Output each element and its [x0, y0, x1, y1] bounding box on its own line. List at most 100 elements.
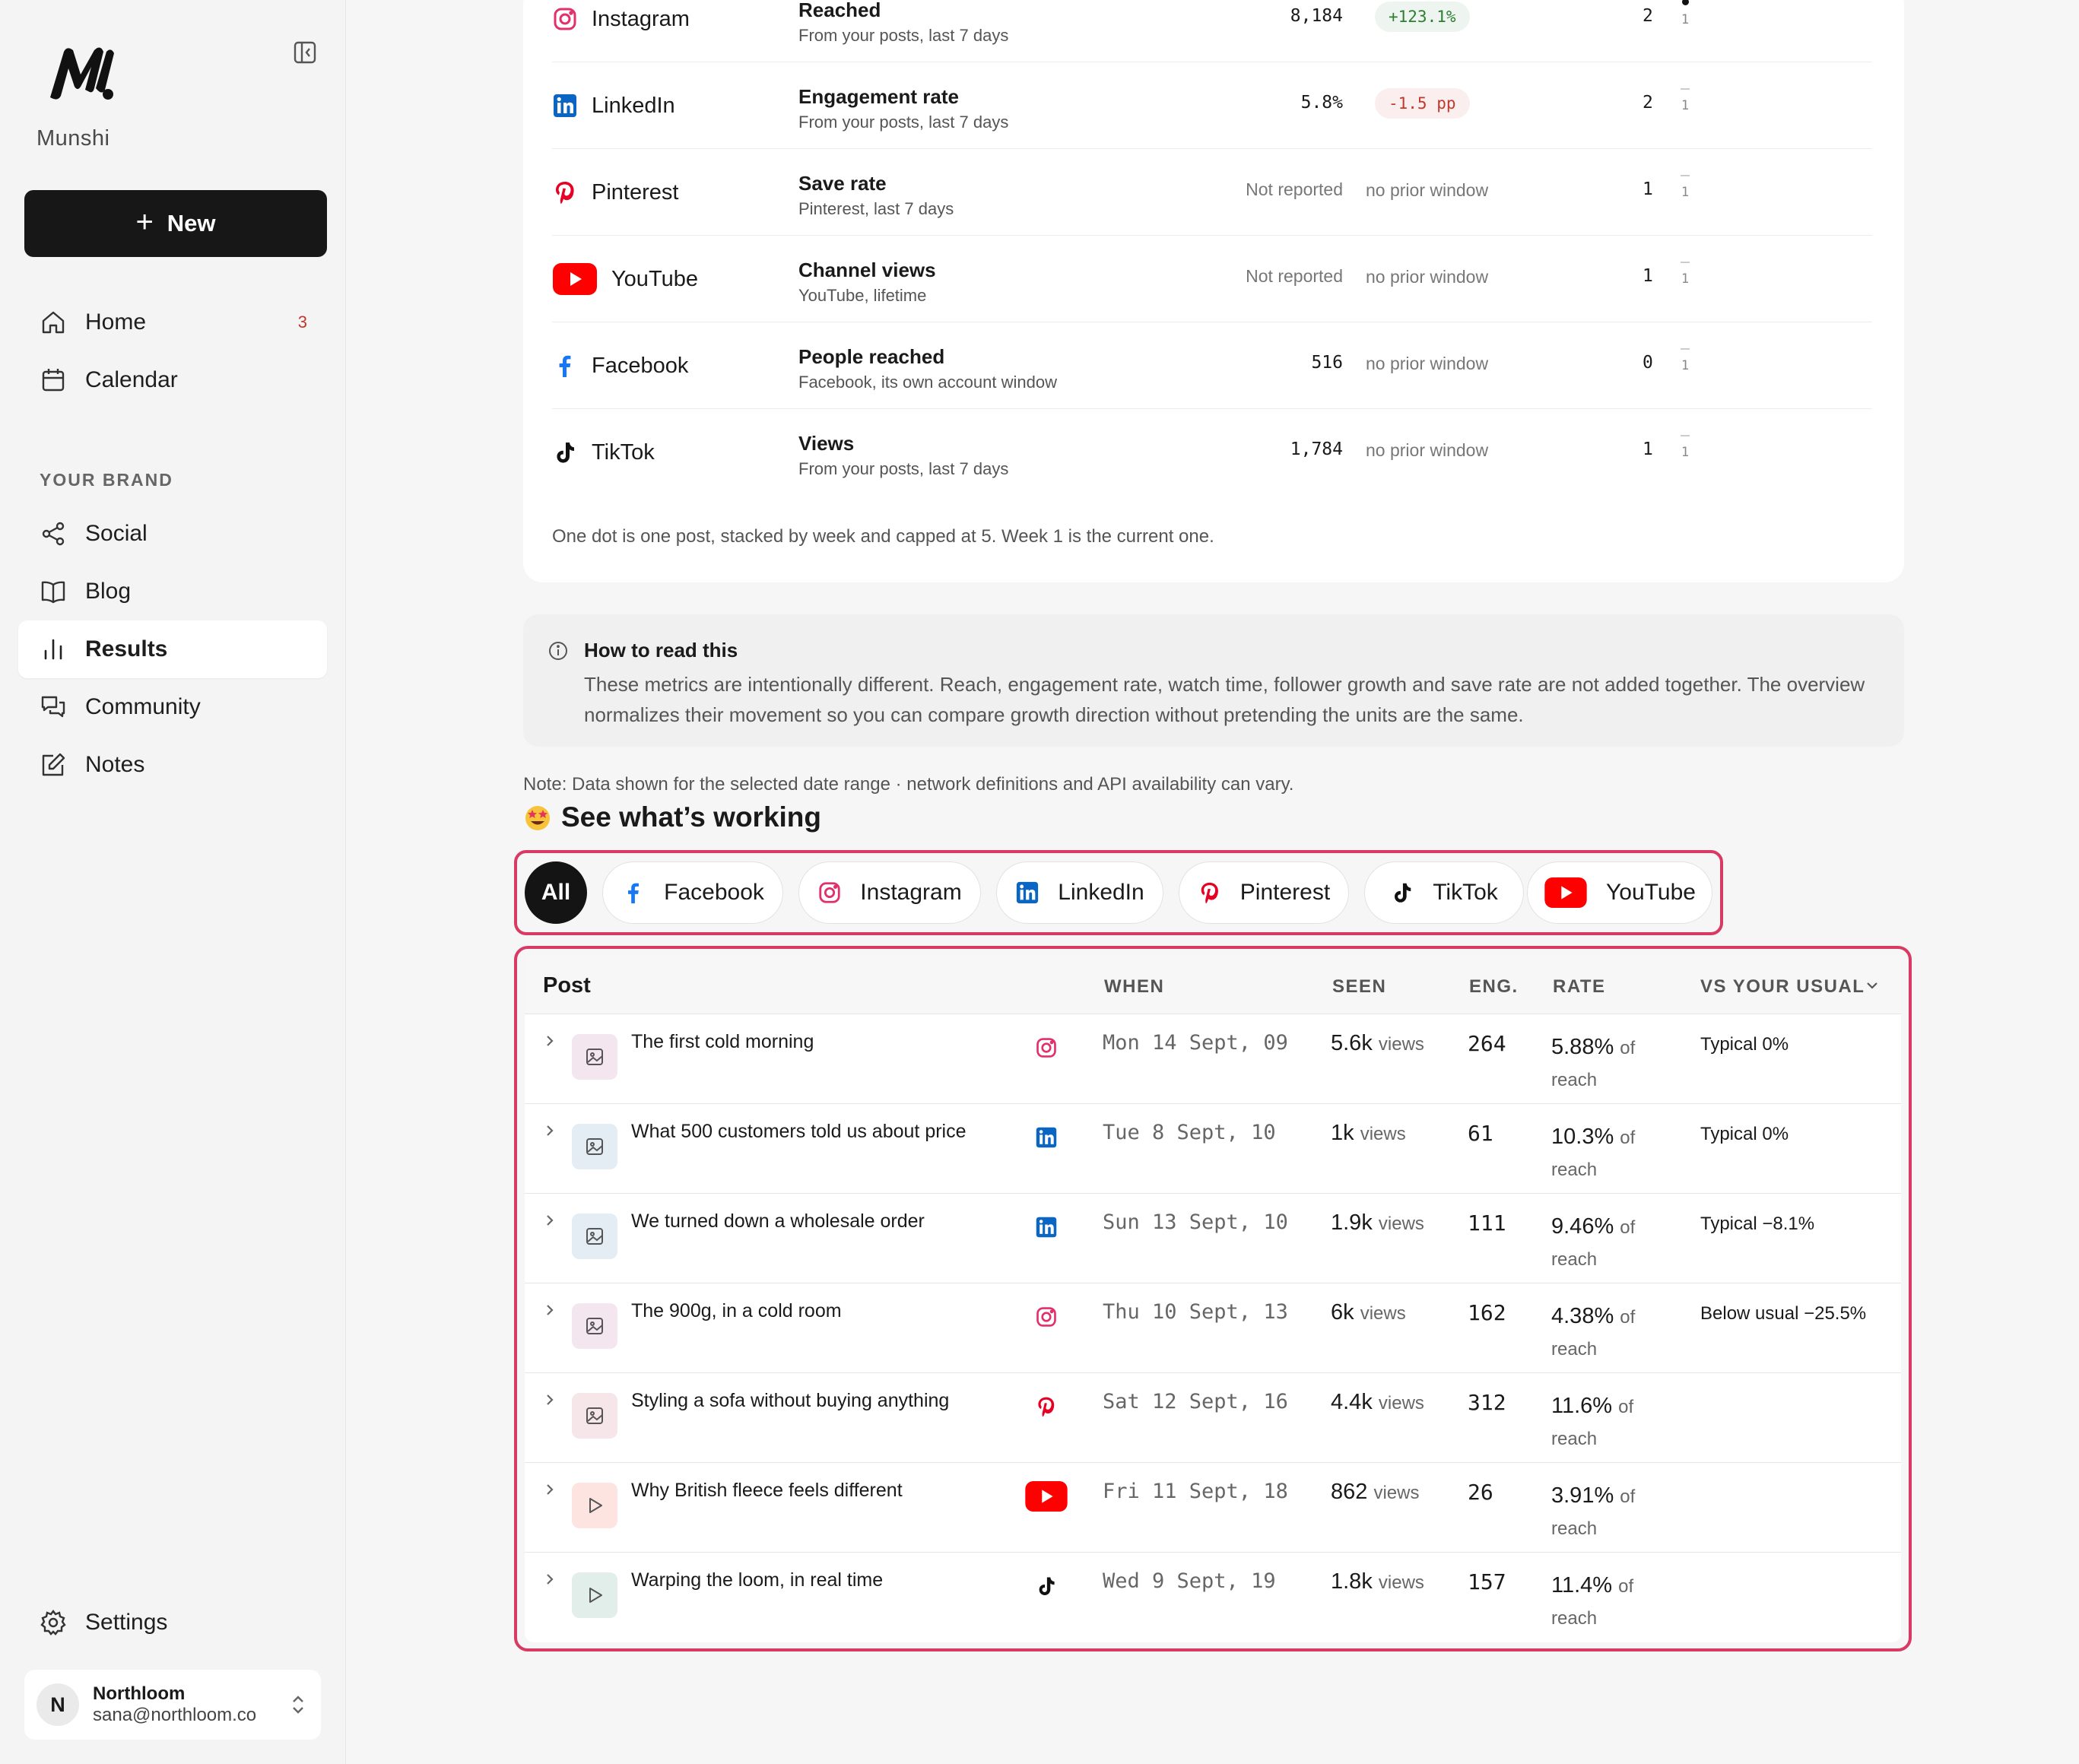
- facebook-icon: [559, 355, 571, 377]
- post-vs-usual: Typical 0%: [1700, 1034, 1789, 1055]
- munshi-logo[interactable]: [47, 44, 116, 102]
- post-title[interactable]: Why British fleece feels different: [631, 1480, 903, 1502]
- chevron-right-icon[interactable]: [544, 1303, 555, 1317]
- sidebar-item-home[interactable]: Home 3: [18, 293, 327, 351]
- instagram-icon: [554, 8, 576, 30]
- table-header: Post WHEN SEEN ENG. RATE VS YOUR USUAL: [525, 955, 1901, 1014]
- instagram-icon: [1036, 1038, 1056, 1058]
- post-thumbnail[interactable]: [572, 1124, 617, 1169]
- platform-cell: Pinterest: [552, 149, 678, 236]
- notification-badge: 3: [297, 313, 307, 332]
- sidebar-item-community[interactable]: Community: [18, 678, 327, 736]
- filter-chip-linkedin[interactable]: LinkedIn: [996, 861, 1163, 924]
- rate-reach: reach: [1551, 1160, 1598, 1180]
- filter-chip-tiktok[interactable]: TikTok: [1364, 861, 1524, 924]
- post-engagement: 26: [1468, 1480, 1493, 1505]
- table-row[interactable]: Why British fleece feels different Fri 11…: [525, 1463, 1901, 1553]
- rate-value: 11.6%: [1551, 1394, 1613, 1418]
- platform-name: YouTube: [611, 266, 698, 291]
- sidebar-collapse-icon[interactable]: [292, 40, 318, 65]
- sidebar-item-label: Settings: [85, 1610, 168, 1635]
- column-header-vs-usual[interactable]: VS YOUR USUAL: [1700, 976, 1865, 998]
- week-dots: 1: [1677, 85, 1693, 113]
- post-thumbnail[interactable]: [572, 1572, 617, 1618]
- filter-chip-facebook[interactable]: Facebook: [602, 861, 783, 924]
- column-header-seen[interactable]: SEEN: [1332, 976, 1386, 998]
- chevron-right-icon[interactable]: [544, 1214, 555, 1227]
- seen-value: 1.8k: [1331, 1569, 1373, 1594]
- table-row[interactable]: What 500 customers told us about price Tu…: [525, 1104, 1901, 1194]
- play-icon: [589, 1498, 602, 1513]
- sidebar-item-settings[interactable]: Settings: [18, 1594, 327, 1651]
- rate-value: 11.4%: [1551, 1573, 1613, 1597]
- empty-dash: [1681, 435, 1690, 436]
- post-title[interactable]: Warping the loom, in real time: [631, 1569, 883, 1591]
- new-button[interactable]: + New: [24, 190, 327, 257]
- post-thumbnail[interactable]: [572, 1303, 617, 1349]
- post-rate: 3.91% of reach: [1551, 1480, 1673, 1545]
- post-when: Wed 9 Sept, 19: [1103, 1569, 1276, 1593]
- chevron-right-icon[interactable]: [544, 1393, 555, 1407]
- filter-chip-youtube[interactable]: YouTube: [1527, 861, 1712, 924]
- chevron-right-icon[interactable]: [544, 1124, 555, 1137]
- youtube-icon: [1544, 877, 1587, 909]
- metric-name: Reached: [798, 0, 881, 21]
- metric-row-instagram: Instagram Reached From your posts, last …: [552, 0, 1872, 62]
- filter-chip-instagram[interactable]: Instagram: [798, 861, 981, 924]
- post-thumbnail[interactable]: [572, 1393, 617, 1439]
- post-engagement: 312: [1468, 1390, 1506, 1415]
- table-row[interactable]: Styling a sofa without buying anything Sa…: [525, 1373, 1901, 1463]
- metric-row-pinterest: Pinterest Save rate Pinterest, last 7 da…: [552, 149, 1872, 236]
- sidebar-item-notes[interactable]: Notes: [18, 736, 327, 794]
- metric-row-tiktok: TikTok Views From your posts, last 7 day…: [552, 409, 1872, 496]
- rate-of: of: [1620, 1486, 1636, 1507]
- column-header-when[interactable]: WHEN: [1104, 976, 1164, 998]
- chevron-right-icon[interactable]: [544, 1572, 555, 1586]
- column-header-eng[interactable]: ENG.: [1469, 976, 1519, 998]
- metric-name: Save rate: [798, 172, 887, 195]
- sidebar-item-results[interactable]: Results: [18, 620, 327, 678]
- sidebar-item-social[interactable]: Social: [18, 505, 327, 563]
- post-engagement: 61: [1468, 1121, 1493, 1146]
- rate-reach: reach: [1551, 1339, 1598, 1359]
- post-thumbnail[interactable]: [572, 1034, 617, 1080]
- chevron-right-icon[interactable]: [544, 1034, 555, 1048]
- table-row[interactable]: Warping the loom, in real time Wed 9 Sept…: [525, 1553, 1901, 1642]
- post-engagement: 111: [1468, 1210, 1506, 1236]
- post-thumbnail[interactable]: [572, 1483, 617, 1528]
- column-header-post[interactable]: Post: [543, 973, 591, 998]
- post-thumbnail[interactable]: [572, 1214, 617, 1259]
- post-title[interactable]: Styling a sofa without buying anything: [631, 1390, 949, 1412]
- account-switcher[interactable]: N Northloom sana@northloom.co: [24, 1670, 321, 1740]
- sidebar-item-calendar[interactable]: Calendar: [18, 351, 327, 409]
- chevron-down-icon[interactable]: [1866, 981, 1878, 990]
- metric-delta: no prior window: [1366, 179, 1489, 200]
- post-title[interactable]: What 500 customers told us about price: [631, 1121, 966, 1143]
- network-cell: [1024, 1121, 1069, 1154]
- post-count: 1: [1643, 266, 1653, 286]
- pinterest-icon: [1201, 882, 1218, 904]
- post-when: Mon 14 Sept, 09: [1103, 1031, 1288, 1055]
- chevron-right-icon[interactable]: [544, 1483, 555, 1496]
- filter-chip-all[interactable]: All: [525, 861, 587, 924]
- column-header-rate[interactable]: RATE: [1553, 976, 1606, 998]
- chevron-up-down-icon: [293, 1696, 303, 1714]
- seen-unit: views: [1378, 1572, 1424, 1593]
- rate-value: 3.91%: [1551, 1483, 1614, 1508]
- metric-source: Pinterest, last 7 days: [798, 199, 954, 218]
- seen-unit: views: [1378, 1034, 1424, 1055]
- post-title[interactable]: The first cold morning: [631, 1031, 814, 1053]
- table-row[interactable]: The 900g, in a cold room Thu 10 Sept, 13 6…: [525, 1283, 1901, 1373]
- table-row[interactable]: The first cold morning Mon 14 Sept, 09 5.6…: [525, 1014, 1901, 1104]
- sidebar-item-label: Results: [85, 636, 168, 662]
- post-seen: 6k views: [1331, 1300, 1406, 1325]
- table-row[interactable]: We turned down a wholesale order Sun 13 S…: [525, 1194, 1901, 1283]
- post-title[interactable]: We turned down a wholesale order: [631, 1210, 925, 1233]
- sidebar-item-blog[interactable]: Blog: [18, 563, 327, 620]
- how-to-read-body: These metrics are intentionally differen…: [584, 673, 1865, 726]
- post-title[interactable]: The 900g, in a cold room: [631, 1300, 842, 1322]
- seen-value: 1.9k: [1331, 1210, 1373, 1235]
- metric-source: Facebook, its own account window: [798, 373, 1057, 392]
- filter-chip-pinterest[interactable]: Pinterest: [1179, 861, 1349, 924]
- rate-reach: reach: [1551, 1429, 1598, 1449]
